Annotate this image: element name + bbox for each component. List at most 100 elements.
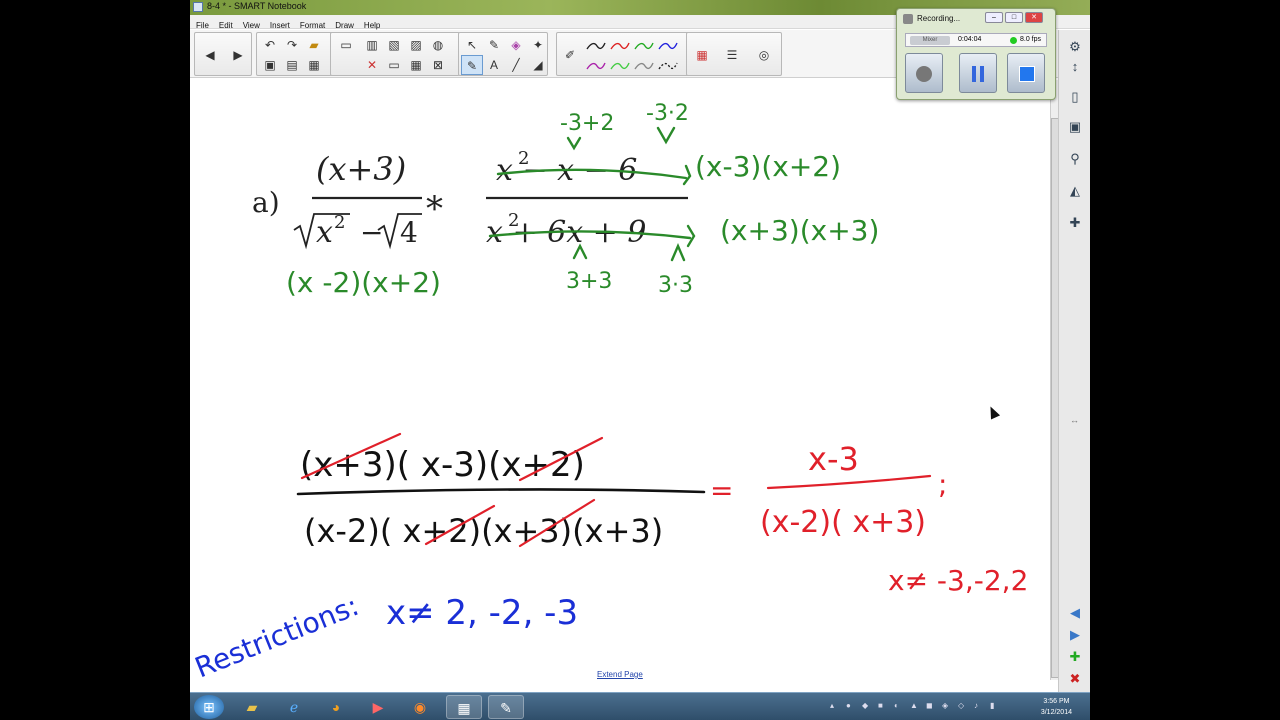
ink-den2-left: 3+3 bbox=[566, 269, 612, 294]
notebook-page[interactable]: a) * (x+3) x 2 − 4 x − x − 6 2 x + 6x + … bbox=[190, 80, 1050, 684]
recorder-taskbar-icon[interactable]: ✎ bbox=[488, 695, 524, 719]
text-icon[interactable]: A bbox=[483, 55, 505, 75]
line-icon[interactable]: ╱ bbox=[505, 55, 527, 75]
previous-page-icon[interactable]: ◀ bbox=[1064, 602, 1086, 624]
addons-icon[interactable]: ✚ bbox=[1064, 212, 1086, 234]
recording-indicator-icon bbox=[1010, 37, 1017, 44]
stop-button[interactable] bbox=[1007, 53, 1045, 93]
tray-icon-1[interactable]: ▴ bbox=[830, 701, 839, 710]
system-clock[interactable]: 3:56 PM 3/12/2014 bbox=[1041, 696, 1072, 718]
tray-icon-5[interactable]: ◐ bbox=[894, 701, 903, 710]
result-restriction: x≠ -3,-2,2 bbox=[888, 564, 1028, 597]
frame-rate: 8.0 fps bbox=[1020, 36, 1042, 43]
restrictions-value: x≠ 2, -2, -3 bbox=[386, 593, 578, 633]
tray-icon-7[interactable]: ◼ bbox=[926, 701, 935, 710]
extend-page-link[interactable]: Extend Page bbox=[597, 670, 643, 679]
page-sorter-icon[interactable]: ▯ bbox=[1064, 86, 1086, 108]
den2-bracket bbox=[686, 224, 696, 248]
save-icon[interactable]: ▦ bbox=[303, 55, 325, 75]
fraction1-den-four: 4 bbox=[400, 216, 418, 249]
delete-page-icon[interactable]: ▤ bbox=[281, 55, 303, 75]
forward-arrow-icon[interactable]: ▶ bbox=[227, 45, 249, 65]
pause-icon-right bbox=[980, 66, 984, 82]
attachments-icon[interactable]: ⚲ bbox=[1064, 148, 1086, 170]
table-icon[interactable]: ▦ bbox=[405, 55, 427, 75]
app-taskbar-icon[interactable]: ◕ bbox=[318, 695, 354, 719]
shape-recognition-icon[interactable]: ✎ bbox=[461, 55, 483, 75]
gear-icon[interactable]: ⚙ bbox=[1064, 36, 1086, 58]
add-page-icon[interactable]: ✚ bbox=[1064, 646, 1086, 668]
tray-icon-3[interactable]: ◆ bbox=[862, 701, 871, 710]
work-equals: = bbox=[710, 474, 733, 507]
back-arrow-icon[interactable]: ◀ bbox=[199, 45, 221, 65]
recorder-restore-button[interactable]: □ bbox=[1005, 12, 1023, 23]
screen-capture-icon[interactable]: ▧ bbox=[383, 35, 405, 55]
pen-gray-icon[interactable] bbox=[633, 57, 655, 75]
tray-icon-8[interactable]: ◈ bbox=[942, 701, 951, 710]
delete-icon[interactable]: ✕ bbox=[361, 55, 383, 75]
tray-icon-4[interactable]: ■ bbox=[878, 701, 887, 710]
redo-icon[interactable]: ↷ bbox=[281, 35, 303, 55]
tray-icon-6[interactable]: ▲ bbox=[910, 701, 919, 710]
vertical-scrollbar[interactable] bbox=[1050, 80, 1059, 680]
side-tabs: ⚙ ↕ ▯ ▣ ⚲ ◭ ✚ ◀ ▶ ✚ ✖ bbox=[1058, 30, 1090, 692]
audio-source-select[interactable]: Mixer bbox=[910, 36, 950, 45]
next-page-icon[interactable]: ▶ bbox=[1064, 624, 1086, 646]
fraction1-numerator: (x+3) bbox=[316, 150, 406, 188]
eraser-icon[interactable]: ◢ bbox=[527, 55, 549, 75]
internet-explorer-taskbar-icon[interactable]: ℯ bbox=[276, 695, 312, 719]
transparency-icon[interactable]: ◎ bbox=[753, 45, 775, 65]
close-icon[interactable]: ⊠ bbox=[427, 55, 449, 75]
screen-shade-icon[interactable]: ▭ bbox=[335, 35, 357, 55]
media-player-taskbar-icon[interactable]: ▶ bbox=[360, 695, 396, 719]
pen-red-icon[interactable] bbox=[609, 37, 631, 55]
capture-toolbar-icon[interactable]: ▨ bbox=[405, 35, 427, 55]
smart-notebook-window: 8-4 * - SMART Notebook File Edit View Inser… bbox=[190, 0, 1090, 692]
paste-icon[interactable]: ▥ bbox=[361, 35, 383, 55]
pen-green-icon[interactable] bbox=[633, 37, 655, 55]
gallery-icon[interactable]: ▣ bbox=[1064, 116, 1086, 138]
properties-tab-icon[interactable]: ◭ bbox=[1064, 180, 1086, 202]
document-camera-icon[interactable]: ◍ bbox=[427, 35, 449, 55]
full-screen-icon[interactable]: ▭ bbox=[383, 55, 405, 75]
pen-dashed-icon[interactable] bbox=[657, 57, 679, 75]
pen-style-icon[interactable]: ✐ bbox=[559, 45, 581, 65]
undo-icon[interactable]: ↶ bbox=[259, 35, 281, 55]
fraction1-den-minus: − bbox=[360, 216, 383, 249]
tray-icon-11[interactable]: ▮ bbox=[990, 701, 999, 710]
pen-purple-icon[interactable] bbox=[585, 57, 607, 75]
windows-taskbar: ⊞ ▰ ℯ ◕ ▶ ◉ ▦ ✎ ▴ ● ◆ ■ ◐ ▲ ◼ ◈ ◇ ♪ ▮ 3:… bbox=[190, 692, 1090, 720]
tray-icon-2[interactable]: ● bbox=[846, 701, 855, 710]
start-button[interactable]: ⊞ bbox=[194, 695, 224, 719]
recorder-close-button[interactable]: ✕ bbox=[1025, 12, 1043, 23]
ink-den2-right: 3·3 bbox=[658, 273, 693, 298]
recorder-minimize-button[interactable]: – bbox=[985, 12, 1003, 23]
firefox-taskbar-icon[interactable]: ◉ bbox=[402, 695, 438, 719]
magic-pen-icon[interactable]: ✦ bbox=[527, 35, 549, 55]
pen-lime-icon[interactable] bbox=[609, 57, 631, 75]
window-title: 8-4 * - SMART Notebook bbox=[207, 1, 307, 11]
pen-icon[interactable]: ✎ bbox=[483, 35, 505, 55]
ink-den2-factored: (x+3)(x+3) bbox=[720, 214, 879, 247]
creative-pen-icon[interactable]: ◈ bbox=[505, 35, 527, 55]
explorer-taskbar-icon[interactable]: ▰ bbox=[234, 695, 270, 719]
stop-icon bbox=[1019, 66, 1035, 82]
move-sidebar-icon[interactable]: ↕ bbox=[1064, 56, 1086, 78]
line-style-icon[interactable]: ☰ bbox=[721, 45, 743, 65]
select-icon[interactable]: ↖ bbox=[461, 35, 483, 55]
color-palette-icon[interactable]: ▦ bbox=[691, 45, 713, 65]
pen-blue-icon[interactable] bbox=[657, 37, 679, 55]
delete-page-icon[interactable]: ✖ bbox=[1064, 668, 1086, 690]
tray-icon-10[interactable]: ♪ bbox=[974, 701, 983, 710]
notebook-taskbar-icon[interactable]: ▦ bbox=[446, 695, 482, 719]
tray-icon-9[interactable]: ◇ bbox=[958, 701, 967, 710]
fraction2-den-exp: 2 bbox=[508, 210, 519, 231]
record-button[interactable] bbox=[905, 53, 943, 93]
pause-button[interactable] bbox=[959, 53, 997, 93]
pen-black-icon[interactable] bbox=[585, 37, 607, 55]
resize-handle-icon[interactable]: ↔ bbox=[1070, 415, 1079, 425]
open-folder-icon[interactable]: ▰ bbox=[303, 35, 325, 55]
add-page-icon[interactable]: ▣ bbox=[259, 55, 281, 75]
ink-num2-right: -3·2 bbox=[646, 101, 689, 126]
record-icon bbox=[916, 66, 932, 82]
